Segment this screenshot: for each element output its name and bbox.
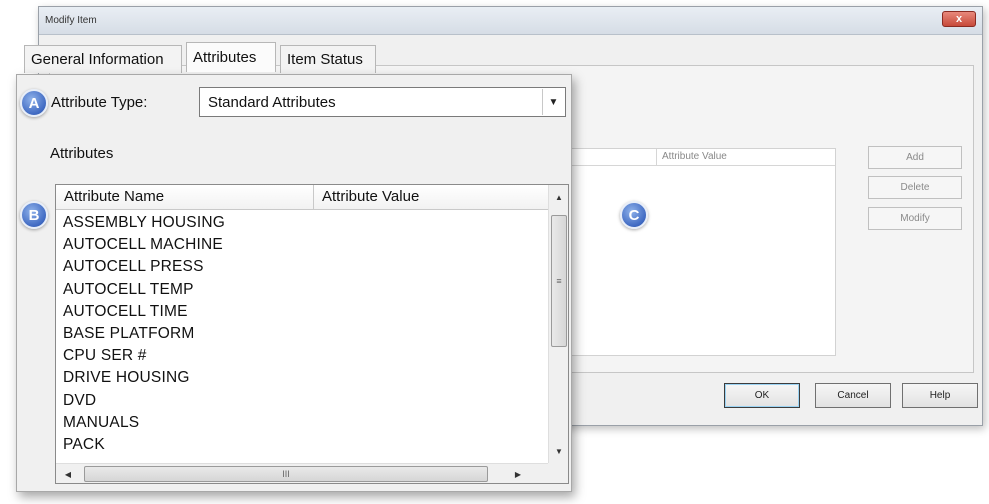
attribute-type-value: Standard Attributes (208, 93, 336, 111)
attributes-panel: Attribute Type: Standard Attributes ▼ At… (16, 74, 572, 492)
add-button[interactable]: Add (868, 146, 962, 169)
window-title: Modify Item (45, 15, 97, 26)
column-header-attribute-value[interactable]: Attribute Value (314, 185, 548, 209)
delete-button[interactable]: Delete (868, 176, 962, 199)
tab-attributes[interactable]: Attributes (186, 42, 276, 72)
title-bar: Modify Item (39, 7, 982, 35)
attributes-list[interactable]: Attribute Name Attribute Value ASSEMBLY … (55, 184, 569, 484)
attribute-type-label: Attribute Type: (51, 94, 148, 111)
horizontal-scrollbar[interactable]: ◀ III ▶ (56, 463, 548, 483)
list-item[interactable]: AUTOCELL TIME (56, 301, 548, 323)
tab-item-status[interactable]: Item Status (280, 45, 376, 73)
horizontal-scroll-thumb[interactable]: III (84, 466, 488, 482)
scroll-down-arrow-icon[interactable]: ▼ (549, 441, 569, 461)
cancel-button[interactable]: Cancel (815, 383, 891, 408)
list-item[interactable]: CPU SER # (56, 345, 548, 367)
list-item[interactable]: MANUALS (56, 412, 548, 434)
attributes-label: Attributes (50, 145, 114, 162)
close-button[interactable]: x (942, 11, 976, 27)
modify-button[interactable]: Modify (868, 207, 962, 230)
help-button[interactable]: Help (902, 383, 978, 408)
list-item[interactable]: AUTOCELL MACHINE (56, 234, 548, 256)
callout-marker-b: B (20, 201, 48, 229)
list-item[interactable]: DRIVE HOUSING (56, 367, 548, 389)
background-header-value-column: Attribute Value (662, 151, 727, 162)
vertical-scrollbar[interactable]: ▲ ≡ ▼ (548, 185, 568, 463)
attribute-type-dropdown[interactable]: Standard Attributes ▼ (199, 87, 566, 117)
scrollbar-corner (548, 463, 568, 483)
attributes-list-header: Attribute Name Attribute Value (56, 185, 548, 210)
vertical-scroll-thumb[interactable]: ≡ (551, 215, 567, 347)
callout-marker-a: A (20, 89, 48, 117)
list-item[interactable]: DVD (56, 390, 548, 412)
callout-marker-c: C (620, 201, 648, 229)
list-item[interactable]: ASSEMBLY HOUSING (56, 212, 548, 234)
attributes-rows: ASSEMBLY HOUSING AUTOCELL MACHINE AUTOCE… (56, 212, 548, 463)
column-header-attribute-name[interactable]: Attribute Name (56, 185, 314, 209)
list-item[interactable]: BASE PLATFORM (56, 323, 548, 345)
list-item[interactable]: AUTOCELL TEMP (56, 279, 548, 301)
background-header-name-column (561, 149, 657, 165)
scroll-left-arrow-icon[interactable]: ◀ (58, 464, 78, 484)
ok-button[interactable]: OK (724, 383, 800, 408)
list-item[interactable]: AUTOCELL PRESS (56, 256, 548, 278)
scroll-up-arrow-icon[interactable]: ▲ (549, 187, 569, 207)
scroll-right-arrow-icon[interactable]: ▶ (508, 464, 528, 484)
background-list-header: Attribute Value (561, 149, 835, 166)
list-item[interactable]: PACK (56, 434, 548, 456)
dropdown-arrow-icon[interactable]: ▼ (542, 89, 564, 115)
close-icon: x (955, 13, 963, 25)
background-attribute-list: Attribute Value (560, 148, 836, 356)
tab-general-information[interactable]: General Information (24, 45, 182, 73)
